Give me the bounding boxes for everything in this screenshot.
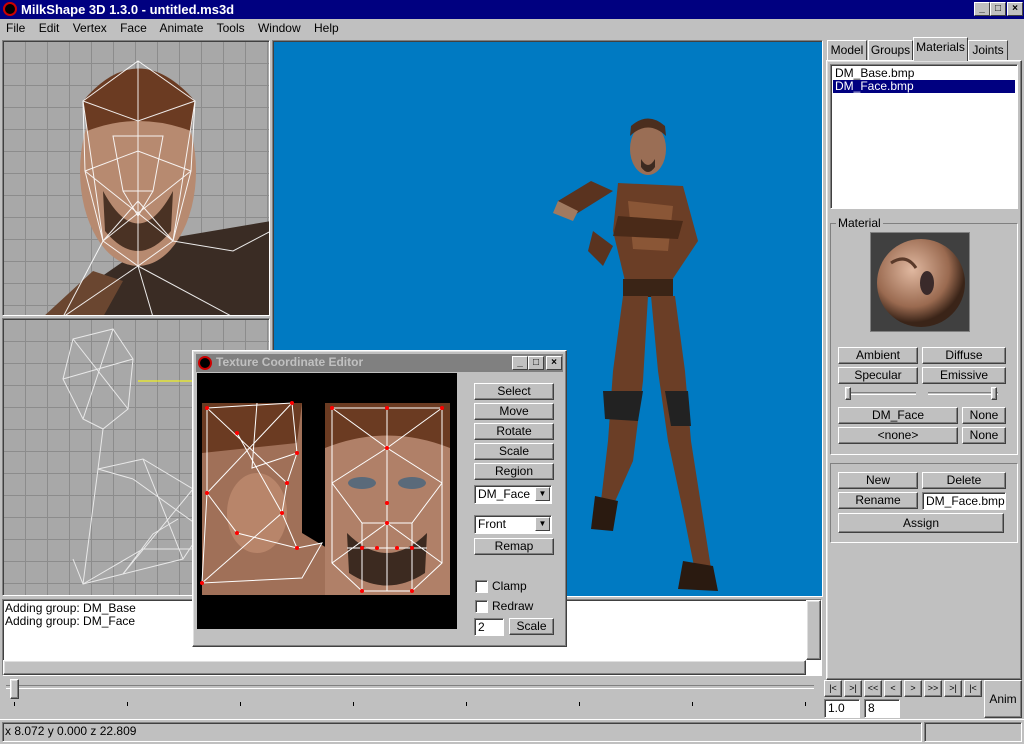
tex-editor-titlebar: Texture Coordinate Editor _ □ ×: [196, 354, 563, 372]
material-group-label: Material: [836, 216, 883, 230]
uv-map: [200, 401, 450, 595]
app-icon[interactable]: [3, 2, 17, 16]
menu-help[interactable]: Help: [314, 21, 339, 35]
forward-button[interactable]: >>: [924, 680, 942, 697]
list-item-selected[interactable]: DM_Face.bmp: [833, 80, 1015, 93]
material-preview: [870, 232, 970, 332]
menu-face[interactable]: Face: [120, 21, 147, 35]
status-bar: x 8.072 y 0.000 z 22.809: [0, 719, 1024, 744]
group-select-value: DM_Face: [478, 487, 531, 501]
tex-scale-input[interactable]: 2: [474, 618, 504, 636]
status-coords: x 8.072 y 0.000 z 22.809: [5, 724, 137, 738]
viewport-front[interactable]: [2, 40, 270, 316]
window-title: MilkShape 3D 1.3.0 - untitled.ms3d: [21, 2, 235, 17]
tex-close-button[interactable]: ×: [546, 356, 562, 370]
next-key-button[interactable]: >|: [944, 680, 962, 697]
timeline-track[interactable]: [6, 685, 814, 689]
log-scrollbar-vertical[interactable]: [806, 600, 821, 660]
last-frame-button[interactable]: |<: [964, 680, 982, 697]
log-scrollbar-horizontal[interactable]: [3, 660, 806, 675]
redraw-checkbox[interactable]: [475, 600, 488, 613]
clamp-label: Clamp: [492, 579, 527, 593]
first-frame-button[interactable]: |<: [824, 680, 842, 697]
view-select-value: Front: [478, 517, 507, 531]
tex-region-button[interactable]: Region: [474, 463, 554, 480]
prev-key-button[interactable]: >|: [844, 680, 862, 697]
texture-none-button[interactable]: None: [962, 407, 1006, 424]
status-extra-pane: [924, 722, 1022, 742]
view-select[interactable]: Front ▼: [474, 515, 552, 534]
menu-animate[interactable]: Animate: [159, 21, 203, 35]
tex-canvas-scrollbar[interactable]: [457, 373, 463, 629]
tab-materials[interactable]: Materials: [913, 37, 968, 61]
menu-window[interactable]: Window: [258, 21, 301, 35]
rename-material-button[interactable]: Rename: [838, 492, 918, 509]
status-coords-pane: x 8.072 y 0.000 z 22.809: [2, 722, 922, 742]
sphere-preview: [877, 239, 965, 327]
tab-groups[interactable]: Groups: [868, 40, 913, 60]
alpha-texture-button[interactable]: <none>: [838, 427, 958, 444]
prev-frame-button[interactable]: <: [884, 680, 902, 697]
total-frames-input[interactable]: 8: [864, 699, 900, 718]
tex-editor-icon: [198, 356, 212, 370]
menu-bar: File Edit Vertex Face Animate Tools Wind…: [0, 19, 1024, 38]
clamp-checkbox[interactable]: [475, 580, 488, 593]
tex-scale-button[interactable]: Scale: [474, 443, 554, 460]
emissive-button[interactable]: Emissive: [922, 367, 1006, 384]
chevron-down-icon[interactable]: ▼: [535, 517, 550, 531]
group-select[interactable]: DM_Face ▼: [474, 485, 552, 504]
ambient-button[interactable]: Ambient: [838, 347, 918, 364]
alpha-none-button[interactable]: None: [962, 427, 1006, 444]
menu-file[interactable]: File: [6, 21, 25, 35]
tab-joints[interactable]: Joints: [968, 40, 1008, 60]
tex-move-button[interactable]: Move: [474, 403, 554, 420]
current-frame-input[interactable]: 1.0: [824, 699, 860, 718]
shininess-slider-track[interactable]: [846, 392, 916, 395]
texture-coordinate-editor: Texture Coordinate Editor _ □ × Select M…: [192, 350, 567, 647]
transparency-slider-track[interactable]: [928, 392, 998, 395]
close-button[interactable]: ×: [1007, 2, 1023, 16]
tex-remap-button[interactable]: Remap: [474, 538, 554, 555]
timeline-ticks: [14, 702, 814, 706]
tex-select-button[interactable]: Select: [474, 383, 554, 400]
redraw-label: Redraw: [492, 599, 534, 613]
texture-button[interactable]: DM_Face: [838, 407, 958, 424]
next-frame-button[interactable]: >: [904, 680, 922, 697]
specular-button[interactable]: Specular: [838, 367, 918, 384]
tex-minimize-button[interactable]: _: [512, 356, 528, 370]
rewind-button[interactable]: <<: [864, 680, 882, 697]
anim-mode-button[interactable]: Anim: [984, 680, 1022, 718]
timeline-thumb[interactable]: [10, 679, 19, 699]
texture-uv-canvas[interactable]: [197, 373, 457, 629]
new-material-button[interactable]: New: [838, 472, 918, 489]
material-name-input[interactable]: DM_Face.bmp: [922, 492, 1006, 510]
minimize-button[interactable]: _: [974, 2, 990, 16]
title-bar: MilkShape 3D 1.3.0 - untitled.ms3d _ □ ×: [0, 0, 1024, 19]
menu-tools[interactable]: Tools: [217, 21, 245, 35]
materials-list[interactable]: DM_Base.bmp DM_Face.bmp: [830, 64, 1018, 209]
tab-model[interactable]: Model: [827, 40, 867, 60]
tex-scale-apply-button[interactable]: Scale: [509, 618, 554, 635]
delete-material-button[interactable]: Delete: [922, 472, 1006, 489]
diffuse-button[interactable]: Diffuse: [922, 347, 1006, 364]
front-face-render: [45, 60, 269, 315]
menu-vertex[interactable]: Vertex: [73, 21, 107, 35]
maximize-button[interactable]: □: [990, 2, 1006, 16]
tex-editor-title: Texture Coordinate Editor: [216, 355, 364, 369]
tex-maximize-button[interactable]: □: [528, 356, 544, 370]
chevron-down-icon[interactable]: ▼: [535, 487, 550, 501]
transparency-slider-thumb[interactable]: [991, 387, 997, 400]
menu-edit[interactable]: Edit: [39, 21, 60, 35]
assign-material-button[interactable]: Assign: [838, 513, 1004, 533]
tex-rotate-button[interactable]: Rotate: [474, 423, 554, 440]
shininess-slider-thumb[interactable]: [845, 387, 851, 400]
